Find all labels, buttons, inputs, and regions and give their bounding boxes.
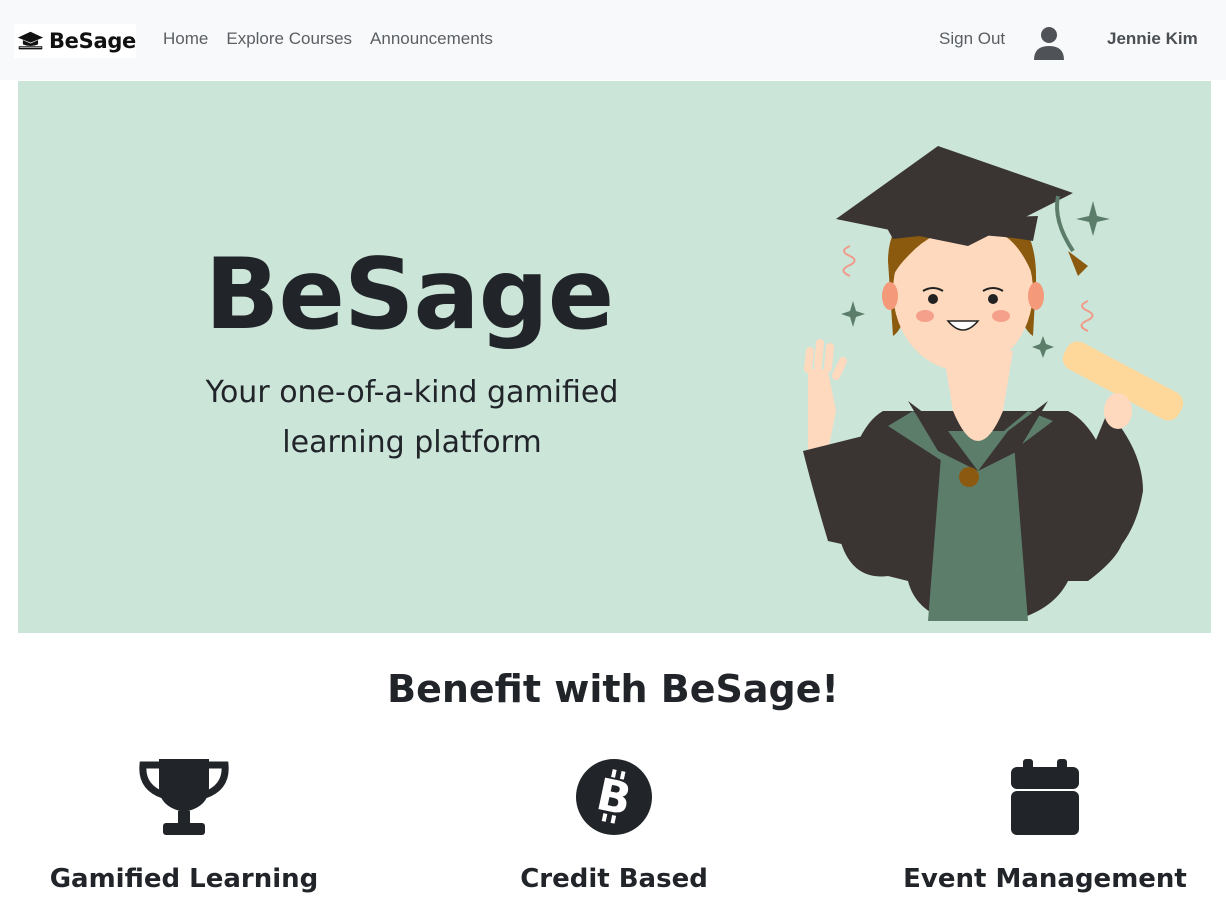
nav-links: Home Explore Courses Announcements <box>163 29 511 49</box>
brand-logo[interactable]: BeSage <box>14 24 136 58</box>
user-name[interactable]: Jennie Kim <box>1107 29 1198 49</box>
benefit-item-credit-based: B Credit Based <box>434 757 794 894</box>
benefits-heading: Benefit with BeSage! <box>387 667 839 711</box>
hero-subtitle: Your one-of-a-kind gamified learning pla… <box>164 368 660 468</box>
benefit-title: Credit Based <box>520 864 708 894</box>
graduation-cap-icon <box>17 31 44 50</box>
graduate-illustration <box>803 146 1184 621</box>
nav-link-announcements[interactable]: Announcements <box>370 29 493 49</box>
calendar-icon <box>1011 759 1079 835</box>
nav-link-home[interactable]: Home <box>163 29 208 49</box>
sign-out-link[interactable]: Sign Out <box>939 29 1005 49</box>
trophy-icon <box>139 759 229 835</box>
benefit-title: Gamified Learning <box>49 864 319 894</box>
benefit-item-gamified-learning: Gamified Learning <box>4 757 364 894</box>
hero-subtitle-line-1: Your one-of-a-kind gamified <box>205 375 619 410</box>
user-icon[interactable] <box>1033 26 1065 60</box>
benefit-item-event-management: Event Management <box>865 757 1225 894</box>
hero-banner: BeSage Your one-of-a-kind gamified learn… <box>18 81 1211 633</box>
nav-link-explore-courses[interactable]: Explore Courses <box>226 29 352 49</box>
hero-subtitle-line-2: learning platform <box>282 425 542 460</box>
hero-title: BeSage <box>204 238 615 352</box>
benefit-title: Event Management <box>903 864 1187 894</box>
navbar: BeSage Home Explore Courses Announcement… <box>0 0 1226 80</box>
bitcoin-icon: B <box>576 759 652 835</box>
brand-name: BeSage <box>48 29 136 53</box>
